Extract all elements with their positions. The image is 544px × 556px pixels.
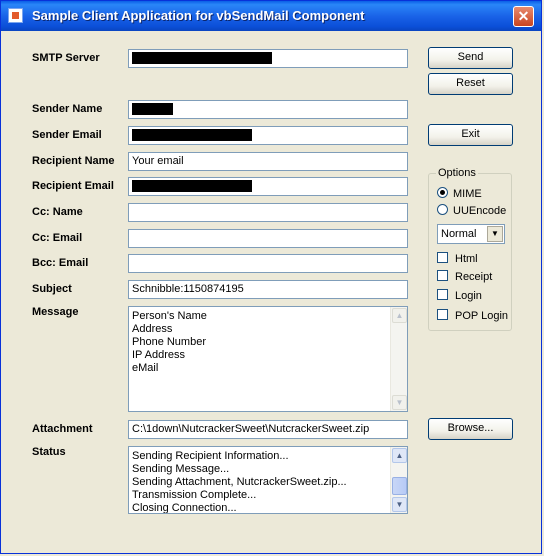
message-line: eMail [132,362,159,374]
status-line: Transmission Complete... [132,489,257,501]
recipient-name-input[interactable]: Your email [128,152,408,171]
checkbox-icon [437,309,448,320]
recipient-name-label: Recipient Name [32,155,115,167]
status-listbox[interactable]: Sending Recipient Information... Sending… [128,446,408,514]
redacted-value [132,52,272,65]
message-textarea[interactable]: Person's Name Address Phone Number IP Ad… [128,306,408,412]
checkbox-icon [437,270,448,281]
message-line: Person's Name [132,310,207,322]
cc-name-input[interactable] [128,203,408,222]
cc-name-label: Cc: Name [32,206,83,218]
scroll-down-icon[interactable]: ▼ [392,497,407,512]
uuencode-label: UUEncode [453,205,507,217]
login-checkbox[interactable]: Login [437,289,482,302]
options-title: Options [436,167,478,179]
status-label: Status [32,446,66,458]
attachment-label: Attachment [32,423,93,435]
title-bar[interactable]: Sample Client Application for vbSendMail… [1,1,541,31]
status-line: Closing Connection... [132,502,237,514]
cc-email-input[interactable] [128,229,408,248]
pop-login-checkbox[interactable]: POP Login [437,309,508,322]
status-lines: Sending Recipient Information... Sending… [132,450,347,514]
message-label: Message [32,306,79,318]
checkbox-icon [437,289,448,300]
app-icon [8,8,23,23]
smtp-server-label: SMTP Server [32,52,100,64]
chevron-down-icon[interactable]: ▼ [487,226,503,242]
uuencode-radio[interactable]: UUEncode [437,204,506,217]
cc-email-label: Cc: Email [32,232,83,244]
close-button[interactable]: ✕ [513,6,534,27]
status-line: Sending Message... [132,463,230,475]
attachment-input[interactable]: C:\1down\NutcrackerSweet\NutcrackerSweet… [128,420,408,439]
recipient-email-label: Recipient Email [32,180,114,192]
priority-select[interactable]: Normal ▼ [437,224,505,244]
window-title: Sample Client Application for vbSendMail… [32,8,365,23]
radio-icon [437,204,448,215]
send-button[interactable]: Send [428,47,513,69]
scroll-up-icon[interactable]: ▲ [392,308,407,323]
message-line: Phone Number [132,336,206,348]
pop-login-label: POP Login [455,310,509,322]
recipient-email-input[interactable] [128,177,408,196]
redacted-value [132,180,252,193]
html-checkbox[interactable]: Html [437,252,478,265]
scroll-thumb[interactable] [392,477,407,495]
login-label: Login [455,290,482,302]
browse-button[interactable]: Browse... [428,418,513,440]
subject-input[interactable]: Schnibble:1150874195 [128,280,408,299]
scroll-down-icon[interactable]: ▼ [392,395,407,410]
message-line: IP Address [132,349,185,361]
mime-label: MIME [453,188,482,200]
sender-email-label: Sender Email [32,129,102,141]
status-scrollbar[interactable]: ▲ ▼ [390,447,407,513]
checkbox-icon [437,252,448,263]
subject-label: Subject [32,283,72,295]
sender-email-input[interactable] [128,126,408,145]
exit-button[interactable]: Exit [428,124,513,146]
mime-radio[interactable]: MIME [437,187,482,200]
status-line: Sending Recipient Information... [132,450,289,462]
sender-name-label: Sender Name [32,103,103,115]
html-label: Html [455,253,478,265]
message-scrollbar[interactable]: ▲ ▼ [390,307,407,411]
redacted-value [132,103,173,116]
smtp-server-input[interactable] [128,49,408,68]
message-line: Address [132,323,173,335]
bcc-email-label: Bcc: Email [32,257,89,269]
status-line: Sending Attachment, NutcrackerSweet.zip.… [132,476,347,488]
priority-value: Normal [441,228,477,240]
receipt-label: Receipt [455,271,493,283]
reset-button[interactable]: Reset [428,73,513,95]
redacted-value [132,129,252,142]
message-lines: Person's Name Address Phone Number IP Ad… [132,310,207,375]
main-window: Sample Client Application for vbSendMail… [0,0,542,554]
radio-selected-icon [437,187,448,198]
bcc-email-input[interactable] [128,254,408,273]
scroll-up-icon[interactable]: ▲ [392,448,407,463]
receipt-checkbox[interactable]: Receipt [437,270,492,283]
sender-name-input[interactable] [128,100,408,119]
